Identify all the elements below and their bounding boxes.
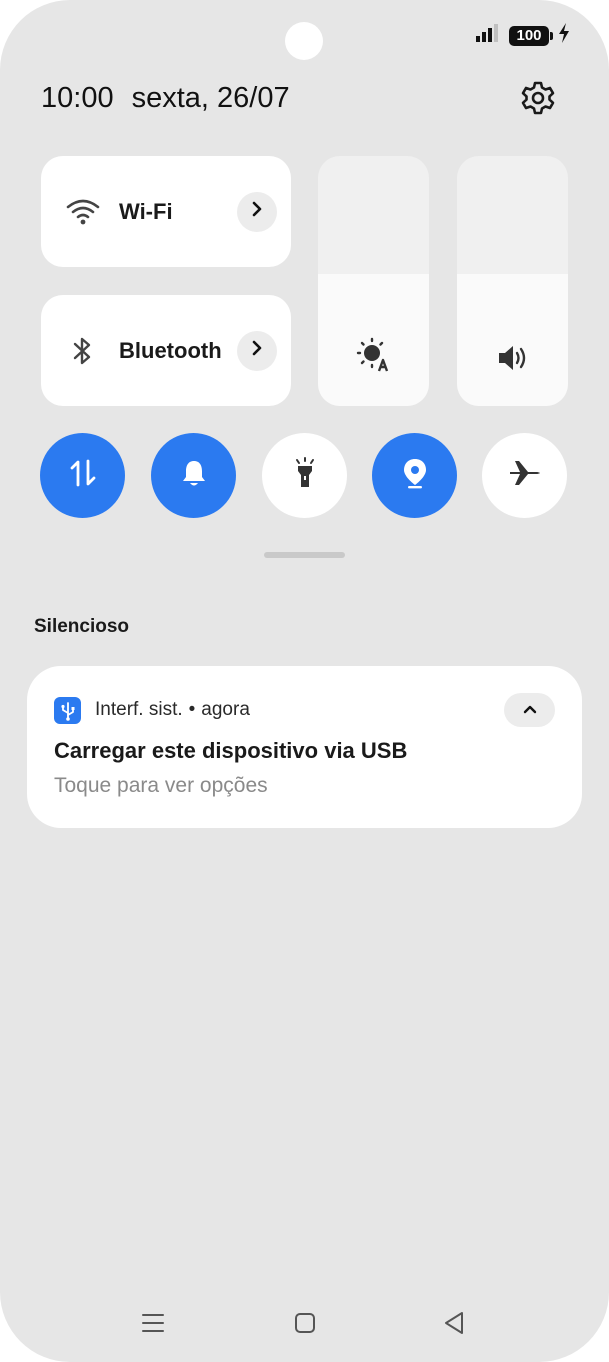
chevron-right-icon [250, 201, 264, 222]
notification-time: agora [201, 699, 250, 720]
chevron-right-icon [250, 340, 264, 361]
signal-icon [475, 23, 501, 48]
home-button[interactable] [285, 1305, 325, 1345]
chevron-up-icon [523, 701, 537, 719]
data-arrows-icon [69, 458, 97, 493]
bell-icon [179, 458, 209, 493]
brightness-slider[interactable] [318, 156, 429, 406]
wifi-label: Wi-Fi [119, 198, 173, 224]
volume-icon [496, 343, 530, 378]
quick-settings-panel: 100 10:00 sexta, 26/07 Wi-Fi Bluetooth S… [0, 0, 609, 1362]
panel-drag-handle[interactable] [264, 552, 345, 558]
airplane-mode-toggle[interactable] [482, 433, 567, 518]
menu-icon [141, 1312, 165, 1339]
notification-meta: Interf. sist. • agora [95, 699, 250, 721]
navigation-bar [0, 1305, 609, 1345]
location-pin-icon [402, 457, 428, 494]
charging-bolt-icon [557, 22, 571, 49]
usb-notification-card[interactable]: Interf. sist. • agora Carregar este disp… [27, 666, 582, 828]
notification-app: Interf. sist. [95, 699, 183, 720]
bluetooth-details-button[interactable] [237, 330, 277, 371]
date: sexta, 26/07 [131, 82, 290, 114]
settings-button[interactable] [516, 78, 560, 122]
notification-separator: • [188, 699, 196, 720]
clock: 10:00 [41, 82, 114, 114]
usb-icon [54, 697, 81, 724]
airplane-icon [508, 459, 542, 492]
notification-expand-button[interactable] [504, 693, 555, 727]
flashlight-icon [294, 457, 316, 494]
home-icon [294, 1312, 316, 1339]
auto-brightness-icon [356, 337, 392, 378]
battery-icon: 100 [509, 25, 553, 46]
location-toggle[interactable] [372, 433, 457, 518]
back-icon [443, 1311, 465, 1340]
wifi-tile[interactable]: Wi-Fi [41, 156, 291, 267]
mobile-data-toggle[interactable] [40, 433, 125, 518]
silent-section-label: Silencioso [34, 616, 130, 637]
wifi-details-button[interactable] [237, 191, 277, 232]
recents-button[interactable] [133, 1305, 173, 1345]
bluetooth-tile[interactable]: Bluetooth [41, 295, 291, 406]
date-time: 10:00 sexta, 26/07 [41, 82, 290, 115]
flashlight-toggle[interactable] [262, 433, 347, 518]
camera-cutout [285, 22, 323, 60]
bluetooth-icon [65, 333, 101, 369]
bluetooth-label: Bluetooth [119, 337, 222, 363]
notification-body: Toque para ver opções [54, 774, 268, 797]
back-button[interactable] [434, 1305, 474, 1345]
notification-title: Carregar este dispositivo via USB [54, 738, 408, 763]
gear-icon [520, 80, 556, 121]
volume-slider[interactable] [457, 156, 568, 406]
sound-toggle[interactable] [151, 433, 236, 518]
wifi-icon [65, 194, 101, 230]
volume-level [457, 273, 568, 406]
status-bar: 100 [475, 22, 571, 49]
